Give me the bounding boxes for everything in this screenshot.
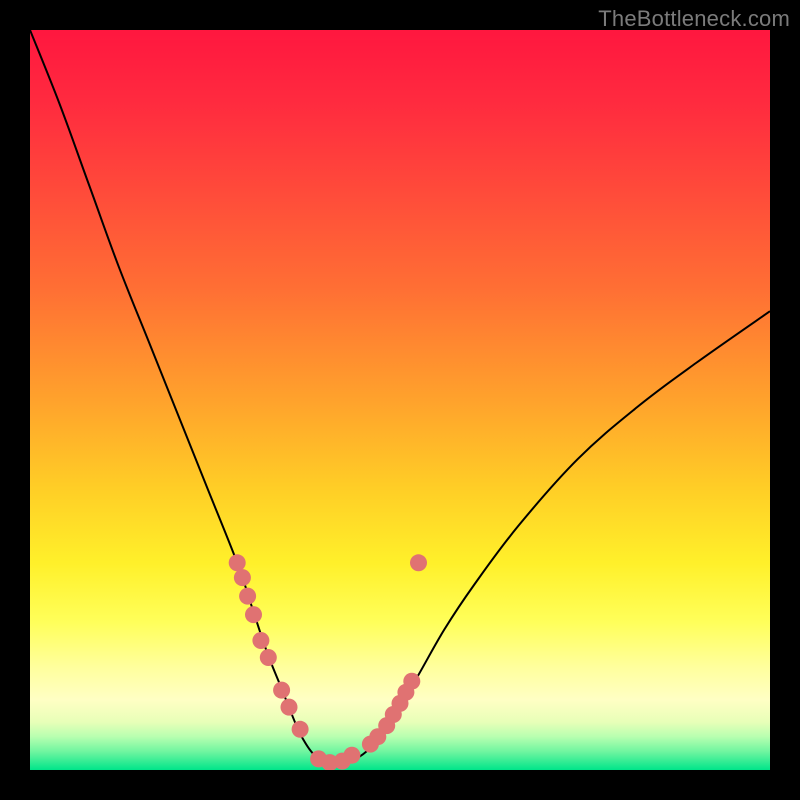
dot [229, 554, 246, 571]
plot-area [30, 30, 770, 770]
dot [234, 569, 251, 586]
curve-layer [30, 30, 770, 770]
dot [292, 721, 309, 738]
dot [273, 682, 290, 699]
dot [245, 606, 262, 623]
dot [281, 699, 298, 716]
dot [239, 588, 256, 605]
outer-frame: TheBottleneck.com [0, 0, 800, 800]
highlight-dots [229, 554, 427, 770]
dot [260, 649, 277, 666]
dot [343, 747, 360, 764]
dot [252, 632, 269, 649]
dot [410, 554, 427, 571]
bottleneck-curve [30, 30, 770, 763]
dot [403, 673, 420, 690]
watermark-label: TheBottleneck.com [598, 6, 790, 32]
